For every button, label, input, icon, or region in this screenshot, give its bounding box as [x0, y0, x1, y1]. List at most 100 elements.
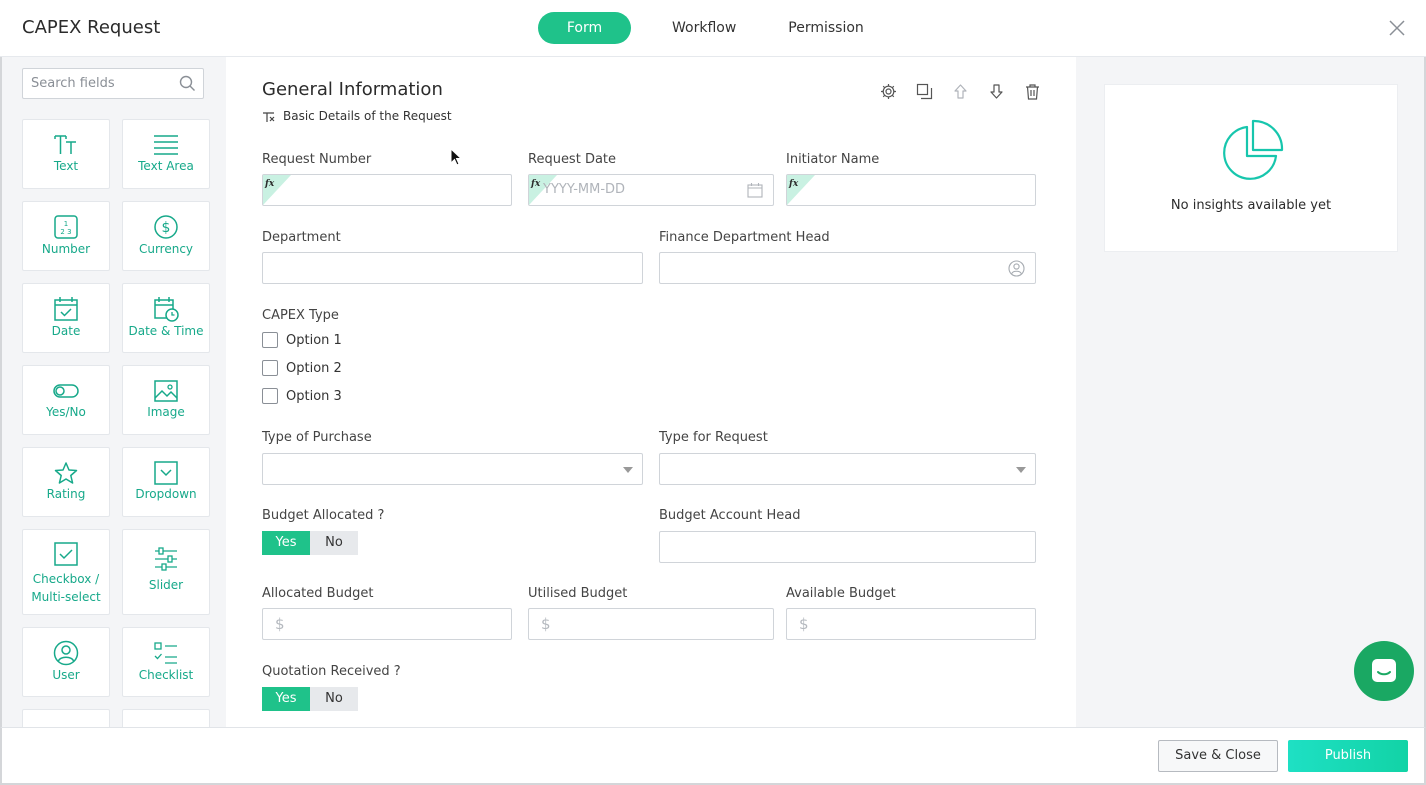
tile-label: Number: [41, 242, 91, 256]
field-tile-text-area[interactable]: Text Area: [122, 119, 210, 189]
insights-empty-text: No insights available yet: [1170, 198, 1332, 213]
chat-launcher-button[interactable]: [1354, 641, 1414, 701]
chevron-down-icon: [623, 467, 633, 473]
text-icon: [54, 135, 76, 154]
tile-label: Currency: [138, 242, 194, 256]
gear-icon: [880, 84, 896, 99]
checkbox-icon: [54, 542, 78, 566]
field-tile-yes-no[interactable]: Yes/No: [22, 365, 110, 435]
formula-badge-icon: fx: [787, 175, 815, 205]
tile-label: Text: [53, 159, 79, 173]
field-tile-number[interactable]: 1 2 3 Number: [22, 201, 110, 271]
chat-icon: [1372, 659, 1396, 682]
request-date-field[interactable]: fx YYYY-MM-DD: [528, 174, 774, 206]
tile-label: Dropdown: [135, 487, 197, 501]
checkbox[interactable]: [262, 360, 278, 376]
tab-workflow[interactable]: Workflow: [652, 12, 756, 44]
pie-chart-icon: [1223, 119, 1284, 180]
image-icon: [154, 380, 178, 402]
allocated-budget-label: Allocated Budget: [262, 586, 374, 601]
section-toolbar: [870, 83, 1050, 103]
no-option[interactable]: No: [310, 687, 358, 711]
allocated-budget-field[interactable]: $: [262, 608, 512, 640]
field-tile-dropdown[interactable]: Dropdown: [122, 447, 210, 517]
field-tile-slider[interactable]: Slider: [122, 529, 210, 615]
field-tile-date[interactable]: Date: [22, 283, 110, 353]
option-label: Option 2: [286, 360, 342, 376]
field-tile-more[interactable]: [22, 709, 110, 727]
tile-label: Yes/No: [46, 405, 86, 419]
insights-card: No insights available yet: [1104, 84, 1398, 252]
delete-button[interactable]: [1014, 83, 1050, 103]
capex-option-1[interactable]: Option 1: [262, 332, 342, 348]
finance-head-field[interactable]: [659, 252, 1036, 284]
utilised-budget-label: Utilised Budget: [528, 586, 628, 601]
date-time-icon: [154, 297, 179, 322]
yes-option[interactable]: Yes: [262, 687, 310, 711]
budget-account-head-field[interactable]: [659, 531, 1036, 563]
publish-button[interactable]: Publish: [1288, 740, 1408, 772]
department-field[interactable]: [262, 252, 643, 284]
form-canvas: General Information Basic Details of the…: [226, 57, 1076, 727]
checkbox[interactable]: [262, 388, 278, 404]
move-down-button[interactable]: [978, 83, 1014, 103]
section-subtitle-text: Basic Details of the Request: [283, 109, 452, 123]
field-tile-user[interactable]: User: [22, 627, 110, 697]
close-icon[interactable]: [1388, 19, 1406, 37]
settings-button[interactable]: [870, 83, 906, 103]
department-label: Department: [262, 230, 341, 245]
checkbox[interactable]: [262, 332, 278, 348]
trash-icon: [1025, 84, 1039, 100]
no-option[interactable]: No: [310, 531, 358, 555]
budget-account-head-label: Budget Account Head: [659, 508, 801, 523]
field-tile-rating[interactable]: Rating: [22, 447, 110, 517]
date-icon: [54, 297, 78, 321]
field-palette: Text Text Area 1 2 3 Number $ Currency: [0, 57, 226, 727]
tab-form[interactable]: Form: [538, 12, 631, 44]
finance-head-label: Finance Department Head: [659, 230, 830, 245]
field-tile-currency[interactable]: $ Currency: [122, 201, 210, 271]
field-tile-checkbox[interactable]: Checkbox / Multi-select: [22, 529, 110, 615]
field-tile-date-time[interactable]: Date & Time: [122, 283, 210, 353]
yes-no-icon: [53, 384, 79, 398]
search-input[interactable]: [23, 69, 173, 98]
initiator-name-field[interactable]: fx: [786, 174, 1036, 206]
user-picker-icon: [1008, 260, 1025, 277]
user-icon: [53, 640, 79, 666]
field-tile-more[interactable]: [122, 709, 210, 727]
yes-option[interactable]: Yes: [262, 531, 310, 555]
save-close-button[interactable]: Save & Close: [1158, 740, 1278, 772]
tile-label: User: [52, 668, 80, 682]
request-number-field[interactable]: fx: [262, 174, 512, 206]
field-tile-text[interactable]: Text: [22, 119, 110, 189]
utilised-budget-field[interactable]: $: [528, 608, 774, 640]
slider-icon: [155, 547, 177, 571]
request-date-label: Request Date: [528, 152, 617, 167]
tile-label: Slider: [148, 578, 184, 592]
tile-label: Rating: [46, 487, 86, 501]
quotation-received-toggle: Yes No: [262, 687, 358, 711]
number-icon: 1 2 3: [54, 215, 78, 239]
currency-icon: $: [154, 215, 178, 239]
chevron-down-icon: [1016, 467, 1026, 473]
available-budget-field[interactable]: $: [786, 608, 1036, 640]
date-placeholder: YYYY-MM-DD: [543, 182, 626, 197]
type-of-purchase-select[interactable]: [262, 453, 643, 485]
available-budget-label: Available Budget: [786, 586, 896, 601]
duplicate-button[interactable]: [906, 83, 942, 103]
field-tile-image[interactable]: Image: [122, 365, 210, 435]
field-tile-checklist[interactable]: Checklist: [122, 627, 210, 697]
dropdown-icon: [154, 461, 178, 485]
tab-permission[interactable]: Permission: [768, 12, 884, 44]
move-up-button[interactable]: [942, 83, 978, 103]
svg-text:2 3: 2 3: [60, 228, 71, 236]
capex-option-2[interactable]: Option 2: [262, 360, 342, 376]
type-for-request-select[interactable]: [659, 453, 1036, 485]
tile-label: Checkbox /: [32, 572, 100, 586]
formula-icon: [263, 111, 275, 122]
quotation-received-label: Quotation Received ?: [262, 664, 401, 679]
svg-text:fx: fx: [530, 179, 541, 189]
budget-allocated-toggle: Yes No: [262, 531, 358, 555]
checklist-icon: [154, 642, 177, 664]
capex-option-3[interactable]: Option 3: [262, 388, 342, 404]
